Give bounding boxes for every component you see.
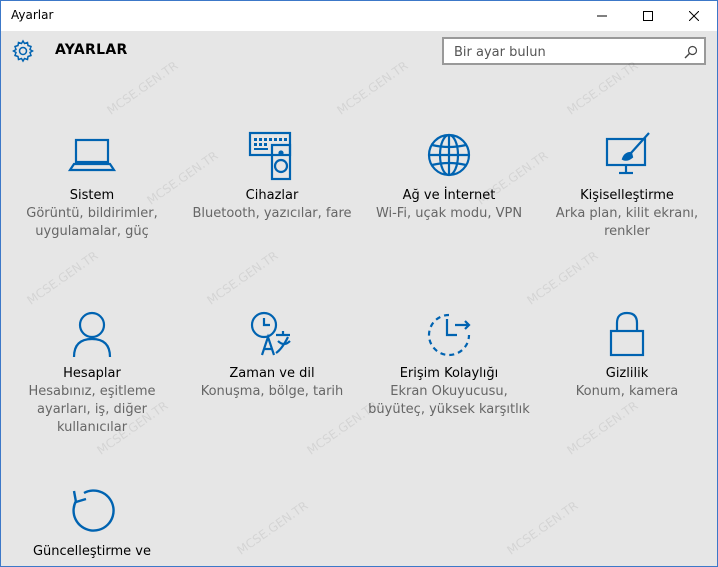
search-icon[interactable] bbox=[684, 45, 698, 59]
tile-update[interactable]: Güncelleştirme ve bbox=[4, 485, 180, 561]
watermark: MCSE.GEN.TR bbox=[204, 248, 281, 308]
maximize-icon bbox=[643, 11, 653, 21]
watermark: MCSE.GEN.TR bbox=[564, 398, 641, 458]
tile-network[interactable]: Ağ ve İnternet Wi-Fi, uçak modu, VPN bbox=[361, 129, 537, 223]
tile-accounts[interactable]: Hesaplar Hesabınız, eşitleme ayarları, i… bbox=[4, 307, 180, 437]
desc-line: Bluetooth, yazıcılar, fare bbox=[192, 206, 352, 221]
search-box[interactable] bbox=[442, 37, 706, 65]
desc-line: Arka plan, kilit ekranı, bbox=[555, 206, 699, 221]
tile-description: Wi-Fi, uçak modu, VPN bbox=[361, 205, 537, 223]
ease-of-access-icon bbox=[427, 313, 471, 357]
laptop-icon bbox=[67, 138, 117, 172]
desc-line: Ekran Okuyucusu, bbox=[390, 384, 508, 399]
settings-header: AYARLAR bbox=[1, 31, 717, 71]
watermark: MCSE.GEN.TR bbox=[524, 248, 601, 308]
desc-line: büyüteç, yüksek karşıtlık bbox=[368, 402, 530, 417]
tile-label: Sistem bbox=[69, 188, 115, 203]
tile-label: Hesaplar bbox=[63, 366, 121, 381]
tile-description: Görüntü, bildirimler, uygulamalar, güç bbox=[4, 205, 180, 241]
tile-label: Güncelleştirme ve bbox=[32, 544, 151, 559]
tile-label: Zaman ve dil bbox=[229, 366, 315, 381]
tile-label: Cihazlar bbox=[245, 188, 299, 203]
globe-icon bbox=[427, 133, 471, 177]
tile-description: Ekran Okuyucusu, büyüteç, yüksek karşıtl… bbox=[361, 383, 537, 419]
close-button[interactable] bbox=[671, 1, 717, 31]
watermark: MCSE.GEN.TR bbox=[24, 248, 101, 308]
close-icon bbox=[689, 11, 699, 21]
title-bar[interactable]: Ayarlar bbox=[1, 1, 717, 31]
tile-description: Konum, kamera bbox=[539, 383, 715, 401]
tile-description: Hesabınız, eşitleme ayarları, iş, diğer … bbox=[4, 383, 180, 437]
time-language-icon bbox=[250, 311, 291, 356]
desc-line: renkler bbox=[604, 224, 650, 239]
tile-description: Bluetooth, yazıcılar, fare bbox=[184, 205, 360, 223]
maximize-button[interactable] bbox=[625, 1, 671, 31]
tile-label: Erişim Kolaylığı bbox=[399, 366, 499, 381]
desc-line: kullanıcılar bbox=[56, 420, 128, 435]
minimize-button[interactable] bbox=[579, 1, 625, 31]
window-title: Ayarlar bbox=[11, 8, 54, 22]
watermark: MCSE.GEN.TR bbox=[234, 498, 311, 558]
tile-label: Ağ ve İnternet bbox=[402, 188, 496, 203]
tile-description: Konuşma, bölge, tarih bbox=[184, 383, 360, 401]
tile-label: Gizlilik bbox=[605, 366, 649, 381]
minimize-icon bbox=[597, 15, 607, 17]
desc-line: Konum, kamera bbox=[575, 384, 679, 399]
gear-icon bbox=[12, 39, 34, 63]
tile-time-language[interactable]: Zaman ve dil Konuşma, bölge, tarih bbox=[184, 307, 360, 401]
devices-icon bbox=[248, 131, 292, 181]
tile-ease-of-access[interactable]: Erişim Kolaylığı Ekran Okuyucusu, büyüte… bbox=[361, 307, 537, 419]
watermark: MCSE.GEN.TR bbox=[504, 498, 581, 558]
tile-personalization[interactable]: Kişiselleştirme Arka plan, kilit ekranı,… bbox=[539, 129, 715, 241]
desc-line: ayarları, iş, diğer bbox=[37, 402, 147, 417]
settings-window: Ayarlar AYARLAR Bir ayar bulun Sistem Gö… bbox=[0, 0, 718, 567]
desc-line: uygulamalar, güç bbox=[35, 224, 149, 239]
tile-privacy[interactable]: Gizlilik Konum, kamera bbox=[539, 307, 715, 401]
search-input[interactable] bbox=[452, 42, 676, 62]
update-icon bbox=[72, 489, 115, 532]
desc-line: Görüntü, bildirimler, bbox=[26, 206, 158, 221]
desc-line: Hesabınız, eşitleme bbox=[28, 384, 156, 399]
personalization-icon bbox=[605, 132, 650, 175]
page-title: AYARLAR bbox=[55, 42, 128, 58]
tile-system[interactable]: Sistem Görüntü, bildirimler, uygulamalar… bbox=[4, 129, 180, 241]
tile-devices[interactable]: Cihazlar Bluetooth, yazıcılar, fare bbox=[184, 129, 360, 223]
desc-line: Wi-Fi, uçak modu, VPN bbox=[375, 206, 523, 221]
person-icon bbox=[72, 311, 112, 358]
desc-line: Konuşma, bölge, tarih bbox=[200, 384, 344, 399]
tile-description: Arka plan, kilit ekranı, renkler bbox=[539, 205, 715, 241]
tile-label: Kişiselleştirme bbox=[580, 188, 674, 203]
lock-icon bbox=[609, 311, 645, 357]
